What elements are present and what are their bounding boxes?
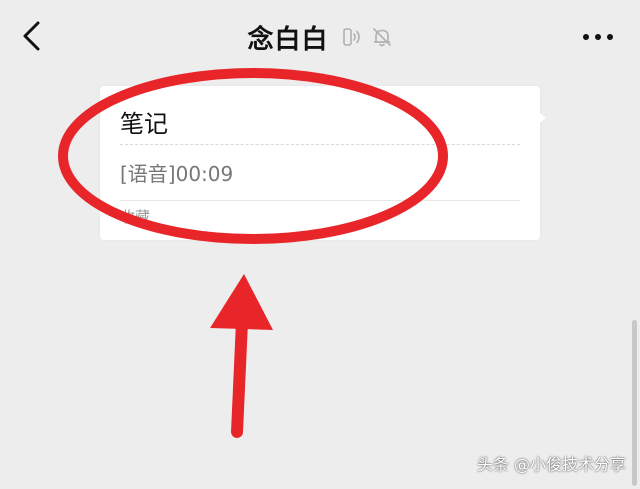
card-title: 笔记 <box>120 110 168 138</box>
card-divider <box>120 200 520 201</box>
back-button[interactable] <box>14 18 50 54</box>
back-chevron-icon <box>23 21 40 51</box>
top-bar: 念白白 <box>0 0 640 74</box>
card-source-label: 收藏 <box>120 208 151 226</box>
note-message-card[interactable]: 笔记 [语音]00:09 收藏 <box>100 86 540 240</box>
more-dots-icon <box>580 34 616 40</box>
chat-title: 念白白 <box>247 24 329 55</box>
scrollbar[interactable] <box>632 320 637 486</box>
mute-bell-icon <box>372 28 391 47</box>
annotation-arrow-shaft <box>231 294 249 438</box>
annotation-arrow-head <box>210 274 273 330</box>
title-group: 念白白 <box>0 0 640 74</box>
card-divider-dashed <box>120 144 520 145</box>
more-options-button[interactable] <box>578 22 618 52</box>
title-status-icons <box>341 26 393 48</box>
card-voice-content: [语音]00:09 <box>120 162 234 186</box>
bubble-tail <box>536 110 546 126</box>
voice-notify-icon <box>342 28 360 46</box>
watermark: 头条 @小俊技术分享 <box>476 455 626 474</box>
